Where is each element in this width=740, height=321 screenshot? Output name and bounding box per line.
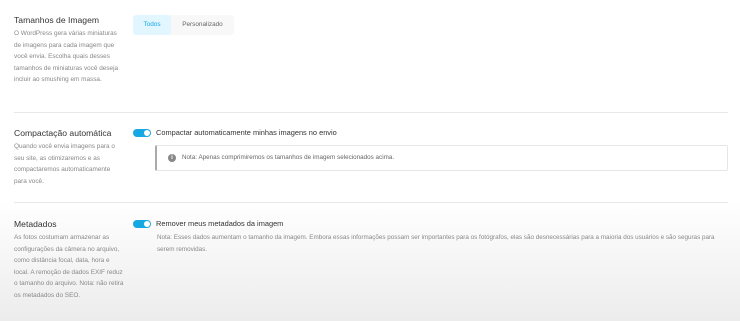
metadata-title: Metadados xyxy=(14,219,57,229)
auto-compress-toggle-label[interactable]: Compactar automaticamente minhas imagens… xyxy=(156,128,337,137)
metadata-description: As fotos costumam armazenar as configura… xyxy=(14,234,124,299)
section-divider xyxy=(14,202,728,203)
toggle-knob xyxy=(144,130,150,136)
image-sizes-title: Tamanhos de Imagem xyxy=(14,15,100,25)
auto-compress-toggle[interactable] xyxy=(133,129,151,137)
tab-custom[interactable]: Personalizado xyxy=(171,15,234,35)
image-sizes-tabs: Todos Personalizado xyxy=(133,15,234,35)
metadata-note: Nota: Esses dados aumentam o tamanho da … xyxy=(157,234,715,253)
auto-compress-title: Compactação automática xyxy=(14,128,112,138)
image-sizes-description: O WordPress gera várias miniaturas de im… xyxy=(14,30,119,84)
section-divider xyxy=(14,112,728,113)
notice-text: Nota: Apenas comprimiremos os tamanhos d… xyxy=(182,154,395,161)
metadata-toggle[interactable] xyxy=(133,220,151,228)
selected-sizes-notice: i Nota: Apenas comprimiremos os tamanhos… xyxy=(155,145,728,171)
tab-all[interactable]: Todos xyxy=(133,15,171,35)
toggle-knob xyxy=(144,221,150,227)
auto-compress-description: Quando você envia imagens para o seu sit… xyxy=(14,143,115,185)
info-icon: i xyxy=(168,154,176,162)
metadata-toggle-label[interactable]: Remover meus metadados da imagem xyxy=(156,219,283,228)
